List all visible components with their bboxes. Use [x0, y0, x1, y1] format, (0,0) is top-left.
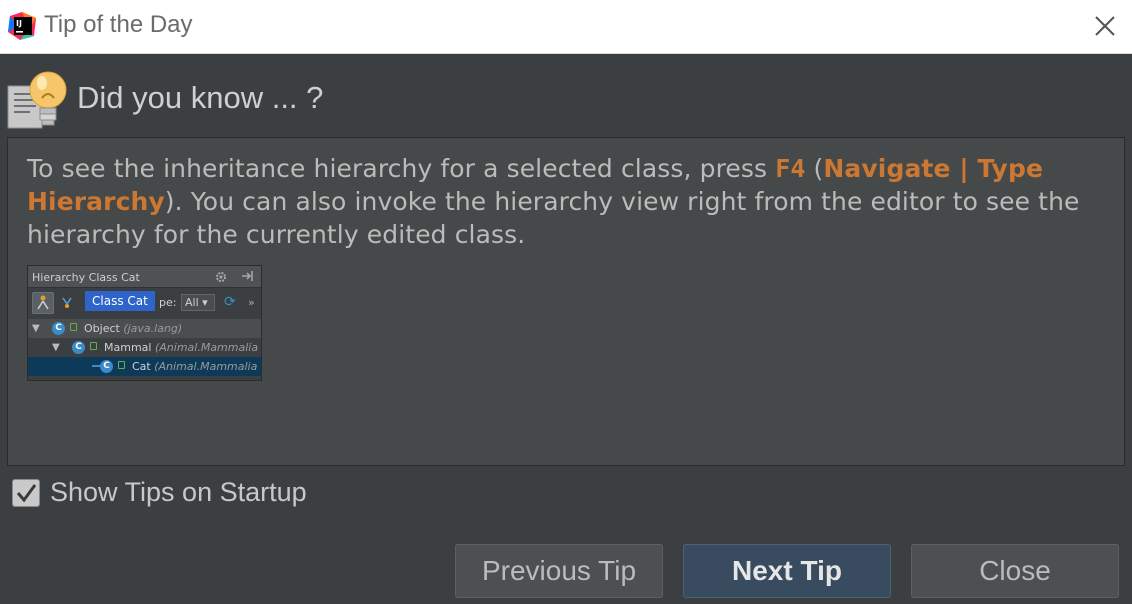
- tip-text: To see the inheritance hierarchy for a s…: [27, 152, 1117, 251]
- tip-text-part2: (: [805, 154, 824, 183]
- shortcut-key: F4: [775, 154, 806, 183]
- checkmark-icon: [16, 484, 37, 503]
- row-package: (java.lang): [123, 322, 183, 335]
- lock-icon: [118, 361, 125, 369]
- scope-value: All: [185, 296, 199, 309]
- row-label: Cat (Animal.Mammalia: [132, 357, 257, 376]
- row-class-name: Mammal: [104, 341, 152, 354]
- show-tips-label[interactable]: Show Tips on Startup: [50, 477, 307, 508]
- hide-panel-icon: [242, 271, 253, 281]
- row-class-name: Object: [84, 322, 120, 335]
- supertypes-hierarchy-icon: [32, 292, 54, 314]
- refresh-icon: ⟳: [224, 294, 236, 310]
- lightbulb-document-icon: [7, 71, 67, 129]
- class-icon: C: [72, 341, 85, 354]
- row-class-name: Cat: [132, 360, 151, 373]
- row-package: (Animal.Mammalia: [154, 341, 259, 354]
- expand-arrow-icon: ▼: [52, 342, 60, 353]
- tip-text-part1: To see the inheritance hierarchy for a s…: [27, 154, 776, 183]
- tree-row: ▼ C Mammal (Animal.Mammalia: [28, 338, 261, 357]
- class-icon: C: [100, 360, 113, 373]
- lock-icon: [90, 342, 97, 350]
- preview-panel-title: Hierarchy Class Cat: [32, 271, 140, 284]
- tip-text-part3: ). You can also invoke the hierarchy vie…: [27, 187, 1080, 249]
- row-label: Object (java.lang): [84, 319, 182, 338]
- window-title: Tip of the Day: [44, 11, 193, 38]
- preview-toolbar: Class Cat pe: All ▾ ⟳ »: [28, 288, 261, 318]
- show-tips-checkbox[interactable]: [12, 479, 40, 507]
- previous-tip-button[interactable]: Previous Tip: [455, 544, 663, 598]
- next-tip-button[interactable]: Next Tip: [683, 544, 891, 598]
- row-label: Mammal (Animal.Mammalia: [104, 338, 258, 357]
- tree-row: ▼ C Object (java.lang): [28, 319, 261, 338]
- subtypes-hierarchy-icon: [62, 297, 72, 308]
- scope-label: pe:: [159, 296, 177, 309]
- more-toolbar: »: [248, 296, 255, 309]
- class-icon: C: [52, 322, 65, 335]
- close-button[interactable]: Close: [911, 544, 1119, 598]
- did-you-know-heading: Did you know ... ?: [77, 80, 324, 115]
- scope-select: All ▾: [181, 294, 215, 311]
- preview-header: Hierarchy Class Cat: [28, 266, 261, 288]
- tip-panel: To see the inheritance hierarchy for a s…: [7, 137, 1125, 466]
- intellij-logo-icon: IJ: [8, 12, 36, 40]
- lock-icon: [70, 323, 77, 331]
- close-icon[interactable]: [1092, 13, 1118, 39]
- hierarchy-preview-image: Hierarchy Class Cat Class Cat pe: All ▾ …: [27, 265, 262, 381]
- gear-icon: [216, 272, 226, 282]
- row-package: (Animal.Mammalia: [154, 360, 258, 373]
- svg-text:IJ: IJ: [16, 19, 22, 28]
- tree-row: C Cat (Animal.Mammalia: [28, 357, 261, 376]
- class-tooltip: Class Cat: [85, 291, 155, 311]
- expand-arrow-icon: ▼: [32, 323, 40, 334]
- title-bar: IJ Tip of the Day: [0, 0, 1132, 54]
